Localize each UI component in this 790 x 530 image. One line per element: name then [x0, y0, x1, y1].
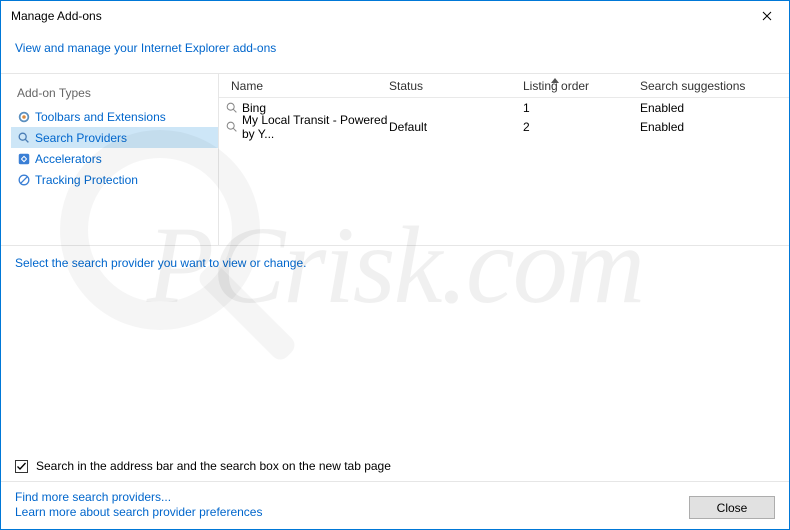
sort-ascending-icon — [551, 78, 559, 83]
table-row[interactable]: My Local Transit - Powered by Y... Defau… — [219, 117, 789, 136]
column-search-suggestions[interactable]: Search suggestions — [640, 79, 789, 93]
view-manage-link[interactable]: View and manage your Internet Explorer a… — [15, 41, 276, 55]
spacer — [1, 280, 789, 451]
sidebar-item-search-providers[interactable]: Search Providers — [11, 127, 218, 148]
bottom-links: Find more search providers... Learn more… — [15, 490, 262, 519]
header-link-area: View and manage your Internet Explorer a… — [1, 31, 789, 73]
search-icon — [17, 131, 31, 145]
cell-status: Default — [389, 120, 523, 134]
checkmark-icon — [16, 461, 27, 472]
bottom-bar: Find more search providers... Learn more… — [1, 481, 789, 529]
window-close-button[interactable] — [744, 1, 789, 31]
sidebar: Add-on Types Toolbars and Extensions Sea… — [1, 74, 219, 245]
address-bar-checkbox[interactable] — [15, 460, 28, 473]
content-area: Name Status Listing order Search suggest… — [219, 74, 789, 245]
column-name[interactable]: Name — [219, 79, 389, 93]
sidebar-item-label: Accelerators — [35, 152, 102, 166]
checkbox-row: Search in the address bar and the search… — [1, 451, 789, 481]
cell-suggestions: Enabled — [640, 120, 789, 134]
block-icon — [17, 173, 31, 187]
cell-name: My Local Transit - Powered by Y... — [242, 113, 389, 141]
sidebar-item-label: Toolbars and Extensions — [35, 110, 166, 124]
main-area: Add-on Types Toolbars and Extensions Sea… — [1, 74, 789, 245]
cell-order: 2 — [523, 120, 640, 134]
sidebar-item-label: Search Providers — [35, 131, 127, 145]
checkbox-label: Search in the address bar and the search… — [36, 459, 391, 473]
manage-addons-window: Manage Add-ons View and manage your Inte… — [0, 0, 790, 530]
instruction-text: Select the search provider you want to v… — [1, 245, 789, 280]
window-title: Manage Add-ons — [11, 9, 744, 23]
sidebar-heading: Add-on Types — [11, 84, 218, 106]
search-icon — [225, 120, 239, 134]
sidebar-item-toolbars[interactable]: Toolbars and Extensions — [11, 106, 218, 127]
sidebar-item-label: Tracking Protection — [35, 173, 138, 187]
sidebar-item-accelerators[interactable]: Accelerators — [11, 148, 218, 169]
column-listing-order[interactable]: Listing order — [523, 79, 640, 93]
find-more-providers-link[interactable]: Find more search providers... — [15, 490, 262, 504]
cell-suggestions: Enabled — [640, 101, 789, 115]
cell-order: 1 — [523, 101, 640, 115]
gear-icon — [17, 110, 31, 124]
learn-more-link[interactable]: Learn more about search provider prefere… — [15, 505, 262, 519]
accelerator-icon — [17, 152, 31, 166]
close-icon — [762, 11, 772, 21]
column-status[interactable]: Status — [389, 79, 523, 93]
sidebar-item-tracking-protection[interactable]: Tracking Protection — [11, 169, 218, 190]
table-header: Name Status Listing order Search suggest… — [219, 74, 789, 98]
titlebar: Manage Add-ons — [1, 1, 789, 31]
close-button[interactable]: Close — [689, 496, 775, 519]
